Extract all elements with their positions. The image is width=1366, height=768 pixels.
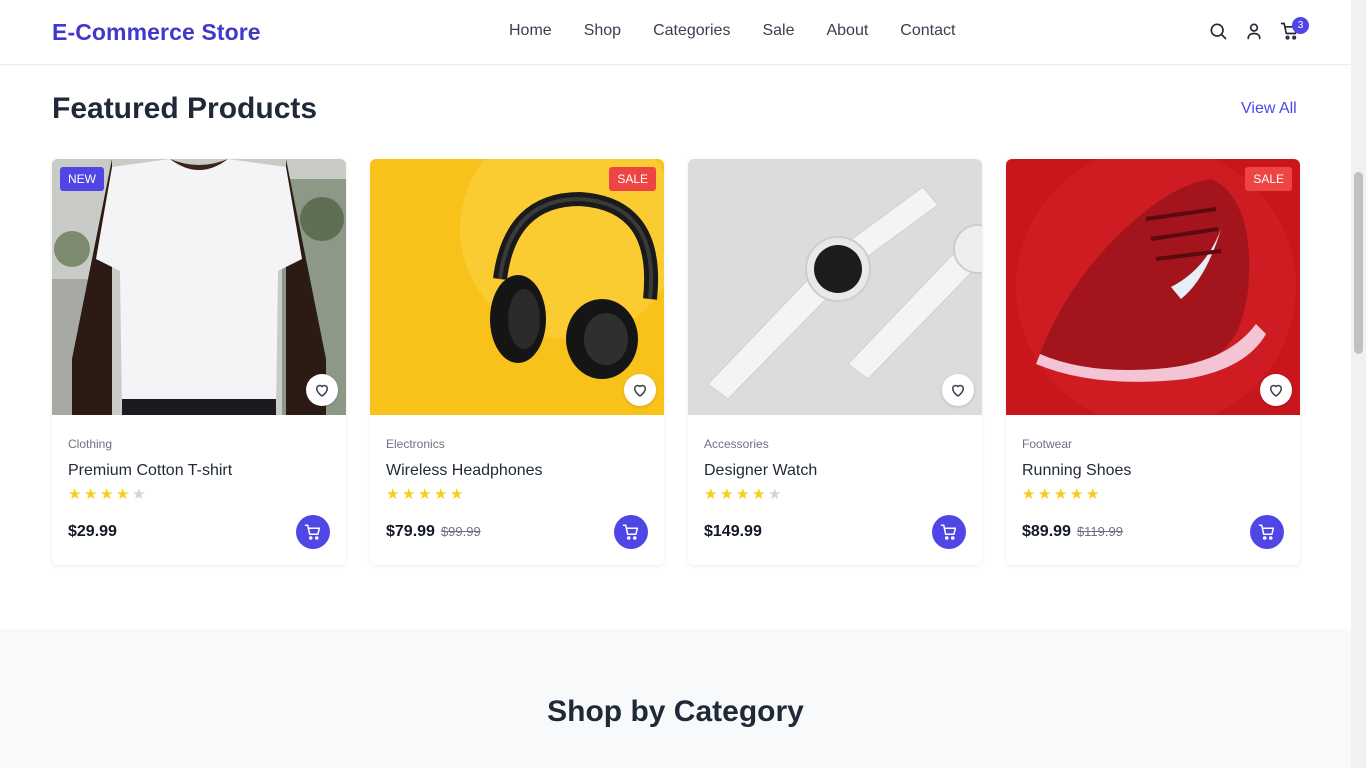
nav-categories[interactable]: Categories [653,22,730,40]
cart-icon [304,524,321,540]
product-category: Footwear [1022,437,1073,451]
star-icon: ★ [386,486,400,503]
star-rating: ★ ★ ★ ★ ★ [386,487,466,503]
product-card[interactable]: SALE Footwear Running Shoes ★ ★ ★ ★ ★ $89.99… [1006,159,1300,565]
shoe-photo [1006,159,1300,415]
star-rating: ★ ★ ★ ★ ★ [1022,487,1102,503]
star-icon: ★ [768,486,782,503]
product-name[interactable]: Premium Cotton T-shirt [68,462,232,480]
product-price: $89.99 $119.99 [1022,523,1123,540]
product-card[interactable]: SALE Electronics Wireless Headphones ★ ★ ★… [370,159,664,565]
nav-home[interactable]: Home [509,22,552,40]
product-badge: SALE [609,167,656,191]
category-section: Shop by Category [0,629,1351,768]
site-header: E-Commerce Store Home Shop Categories Sa… [0,0,1351,65]
cart-count-badge: 3 [1292,17,1309,34]
category-section-title: Shop by Category [547,695,804,728]
star-icon: ★ [116,486,130,503]
wishlist-heart-icon[interactable] [306,374,338,406]
star-icon: ★ [132,486,146,503]
headphones-photo [370,159,664,415]
product-price: $79.99 $99.99 [386,523,481,540]
star-icon: ★ [450,486,464,503]
star-icon: ★ [736,486,750,503]
user-icon[interactable] [1243,20,1265,42]
add-to-cart-button[interactable] [296,515,330,549]
original-price: $99.99 [440,524,481,539]
original-price: $119.99 [1076,524,1123,539]
star-icon: ★ [1054,486,1068,503]
add-to-cart-button[interactable] [614,515,648,549]
scrollbar-thumb[interactable] [1354,172,1363,354]
star-icon: ★ [68,486,82,503]
nav-about[interactable]: About [826,22,868,40]
product-price: $29.99 [68,523,117,540]
star-icon: ★ [752,486,766,503]
add-to-cart-button[interactable] [932,515,966,549]
star-icon: ★ [434,486,448,503]
featured-title: Featured Products [52,92,318,125]
header-actions: 3 [1207,17,1315,42]
wishlist-heart-icon[interactable] [624,374,656,406]
add-to-cart-button[interactable] [1250,515,1284,549]
search-icon[interactable] [1207,20,1229,42]
product-name[interactable]: Running Shoes [1022,462,1131,480]
nav-sale[interactable]: Sale [762,22,794,40]
product-name[interactable]: Wireless Headphones [386,462,543,480]
product-category: Electronics [386,437,445,451]
product-image[interactable]: SALE [1006,159,1300,415]
brand-logo[interactable]: E-Commerce Store [52,19,261,46]
product-image[interactable] [688,159,982,415]
product-image[interactable]: NEW [52,159,346,415]
wishlist-heart-icon[interactable] [1260,374,1292,406]
star-icon: ★ [704,486,718,503]
star-icon: ★ [1070,486,1084,503]
watch-photo [688,159,982,415]
cart-icon[interactable]: 3 [1279,17,1309,42]
view-all-link[interactable]: View All [1241,100,1297,118]
star-icon: ★ [1086,486,1100,503]
product-category: Accessories [704,437,769,451]
star-icon: ★ [720,486,734,503]
star-icon: ★ [1022,486,1036,503]
star-icon: ★ [100,486,114,503]
tshirt-photo [52,159,346,415]
cart-icon [1258,524,1275,540]
product-image[interactable]: SALE [370,159,664,415]
star-icon: ★ [1038,486,1052,503]
page-scrollbar[interactable] [1351,0,1366,768]
star-icon: ★ [418,486,432,503]
product-name[interactable]: Designer Watch [704,462,817,480]
product-badge: NEW [60,167,104,191]
star-rating: ★ ★ ★ ★ ★ [68,487,148,503]
cart-icon [622,524,639,540]
product-price: $149.99 [704,523,762,540]
nav-contact[interactable]: Contact [900,22,955,40]
nav-shop[interactable]: Shop [584,22,621,40]
star-icon: ★ [84,486,98,503]
cart-icon [940,524,957,540]
product-card[interactable]: Accessories Designer Watch ★ ★ ★ ★ ★ $149.99 [688,159,982,565]
star-rating: ★ ★ ★ ★ ★ [704,487,784,503]
product-badge: SALE [1245,167,1292,191]
wishlist-heart-icon[interactable] [942,374,974,406]
star-icon: ★ [402,486,416,503]
product-card[interactable]: NEW Clothing Premium Cotton T-shirt ★ ★ ★ ★… [52,159,346,565]
main-nav: Home Shop Categories Sale About Contact [509,22,987,40]
product-category: Clothing [68,437,113,451]
